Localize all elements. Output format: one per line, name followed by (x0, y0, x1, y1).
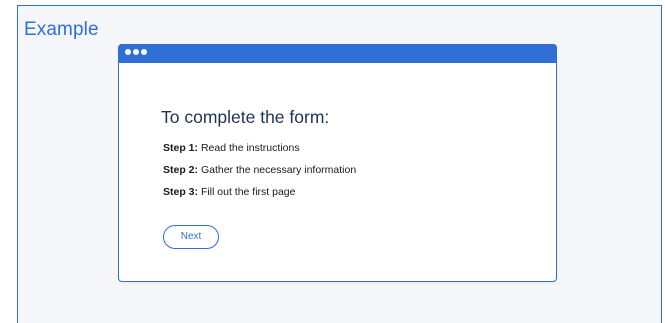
step-label: Step 1: (163, 142, 199, 154)
window-dot-icon (141, 49, 147, 55)
window-titlebar (118, 44, 557, 63)
step-text: Read the instructions (200, 142, 300, 154)
step-item: Step 3: Fill out the first page (163, 186, 295, 198)
window-dot-icon (125, 49, 131, 55)
step-item: Step 1: Read the instructions (163, 142, 300, 154)
window-dot-icon (133, 49, 139, 55)
step-label: Step 2: (163, 164, 199, 176)
example-frame: Example To complete the form: Step 1: Re… (17, 5, 662, 323)
next-button[interactable]: Next (163, 225, 219, 249)
browser-window: To complete the form: Step 1: Read the i… (118, 44, 557, 282)
step-item: Step 2: Gather the necessary information (163, 164, 356, 176)
form-heading: To complete the form: (161, 107, 330, 127)
step-text: Fill out the first page (200, 186, 296, 198)
example-title: Example (24, 19, 99, 40)
step-text: Gather the necessary information (200, 164, 357, 176)
step-label: Step 3: (163, 186, 199, 198)
